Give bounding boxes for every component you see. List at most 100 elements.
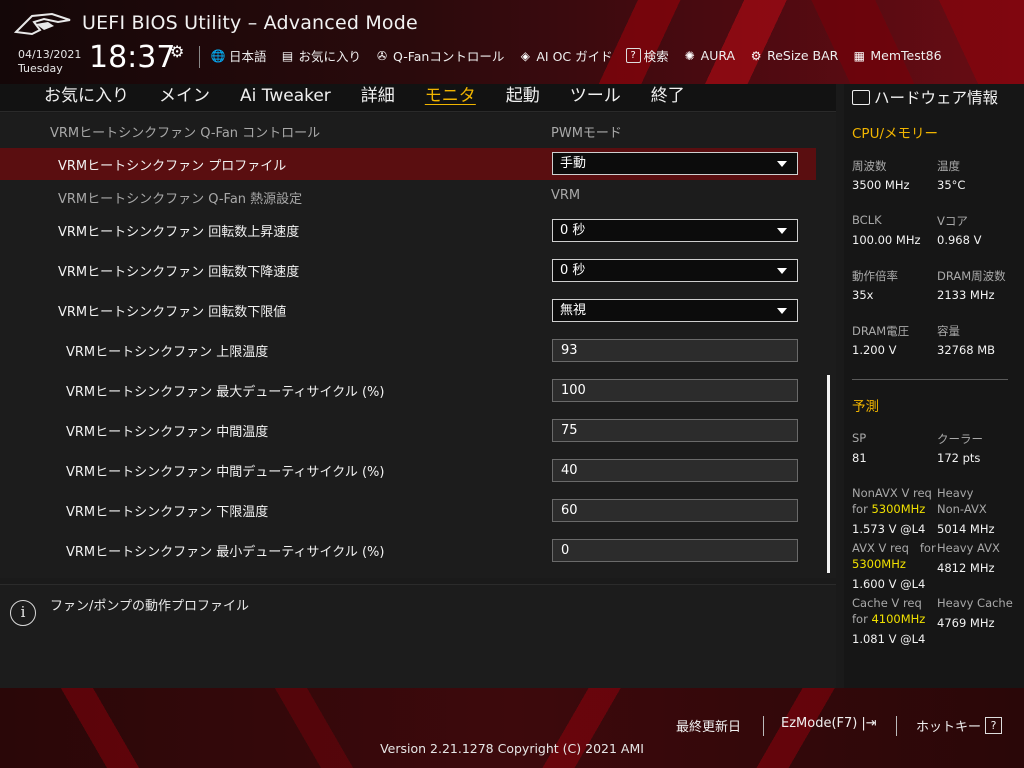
date-text: 04/13/2021 bbox=[18, 48, 82, 61]
toolbar-item-ai-oc[interactable]: ◈ AI OC ガイド bbox=[517, 46, 613, 65]
toolbar-item-aura[interactable]: ✺ AURA bbox=[682, 46, 735, 65]
avx-value: 1.600 V @L4 bbox=[852, 577, 926, 591]
settings-panel: VRMヒートシンクファン Q-Fan コントロール PWMモード VRMヒートシ… bbox=[0, 113, 836, 578]
profile-select[interactable]: 手動 bbox=[552, 152, 798, 175]
upper-temp-input[interactable]: 93 bbox=[552, 339, 798, 362]
nonavx-freq: 5300MHz bbox=[871, 502, 926, 516]
setting-row-min-duty[interactable]: VRMヒートシンクファン 最小デューティサイクル (%) 0 bbox=[0, 534, 816, 566]
setting-row-max-duty[interactable]: VRMヒートシンクファン 最大デューティサイクル (%) 100 bbox=[0, 374, 816, 406]
freq-label: 周波数 bbox=[852, 159, 887, 173]
toolbar-label: Q-Fanコントロール bbox=[393, 49, 505, 64]
hardware-title-text: ハードウェア情報 bbox=[874, 89, 999, 107]
chevron-down-icon bbox=[777, 268, 787, 274]
hotkeys-button[interactable]: ホットキー ? bbox=[916, 716, 1003, 735]
toolbar-item-search[interactable]: ? 検索 bbox=[625, 46, 669, 65]
temp-value: 35°C bbox=[937, 178, 966, 192]
heavy-nonavx-label-2: Non-AVX bbox=[937, 502, 987, 516]
setting-label: VRMヒートシンクファン 上限温度 bbox=[66, 345, 269, 360]
tab-boot[interactable]: 起動 bbox=[506, 84, 570, 108]
hardware-title: ハードウェア情報 bbox=[852, 86, 998, 108]
for-text: for bbox=[852, 612, 868, 626]
select-value: 0 秒 bbox=[560, 263, 586, 278]
min-duty-input[interactable]: 0 bbox=[552, 539, 798, 562]
prediction-section-title: 予測 bbox=[852, 399, 879, 415]
clock-time[interactable]: 18:37 bbox=[89, 40, 175, 75]
cache-freq: 4100MHz bbox=[871, 612, 926, 626]
toolbar-item-qfan[interactable]: ✇ Q-Fanコントロール bbox=[374, 46, 504, 65]
setting-row-middle-duty[interactable]: VRMヒートシンクファン 中間デューティサイクル (%) 40 bbox=[0, 454, 816, 486]
tab-ai-tweaker[interactable]: Ai Tweaker bbox=[240, 84, 361, 108]
gear-icon[interactable]: ⚙ bbox=[170, 42, 184, 61]
toolbar-label: MemTest86 bbox=[870, 48, 942, 63]
menu-bar: お気に入り メイン Ai Tweaker 詳細 モニタ 起動 ツール 終了 bbox=[0, 84, 836, 112]
heavy-nonavx-value: 5014 MHz bbox=[937, 522, 995, 536]
toolbar: 🌐 日本語 ▤ お気に入り ✇ Q-Fanコントロール ◈ AI OC ガイド … bbox=[210, 46, 942, 65]
tab-main[interactable]: メイン bbox=[159, 84, 240, 108]
setting-value: VRM bbox=[551, 188, 581, 203]
ai-oc-icon: ◈ bbox=[520, 48, 530, 63]
setting-label: VRMヒートシンクファン 最小デューティサイクル (%) bbox=[66, 545, 385, 560]
step-down-select[interactable]: 0 秒 bbox=[552, 259, 798, 282]
nonavx-freq-line: for 5300MHz bbox=[852, 502, 925, 516]
dram-volt-label: DRAM電圧 bbox=[852, 324, 910, 338]
sp-value: 81 bbox=[852, 451, 867, 465]
bclk-label: BCLK bbox=[852, 213, 882, 227]
toolbar-item-favorites[interactable]: ▤ お気に入り bbox=[280, 46, 361, 65]
avx-freq: 5300MHz bbox=[852, 557, 906, 571]
chevron-down-icon bbox=[777, 228, 787, 234]
setting-row-upper-temp[interactable]: VRMヒートシンクファン 上限温度 93 bbox=[0, 334, 816, 366]
footer-bar: 最終更新日 EzMode(F7) |⇥ ホットキー ? Version 2.21… bbox=[0, 688, 1024, 768]
header-bar: UEFI BIOS Utility – Advanced Mode 04/13/… bbox=[0, 0, 1024, 84]
tab-monitor[interactable]: モニタ bbox=[425, 84, 506, 108]
heavy-cache-value: 4769 MHz bbox=[937, 616, 995, 630]
tab-advanced[interactable]: 詳細 bbox=[361, 84, 425, 108]
rog-logo-icon bbox=[14, 12, 71, 36]
help-icon: ? bbox=[625, 48, 641, 63]
select-value: 手動 bbox=[560, 156, 587, 171]
last-modified-button[interactable]: 最終更新日 bbox=[676, 716, 741, 735]
step-up-select[interactable]: 0 秒 bbox=[552, 219, 798, 242]
app-title: UEFI BIOS Utility – Advanced Mode bbox=[82, 12, 418, 34]
tab-tool[interactable]: ツール bbox=[570, 84, 651, 108]
setting-row-speed-lower-limit[interactable]: VRMヒートシンクファン 回転数下限値 無視 bbox=[0, 294, 816, 326]
setting-row-lower-temp[interactable]: VRMヒートシンクファン 下限温度 60 bbox=[0, 494, 816, 526]
max-duty-input[interactable]: 100 bbox=[552, 379, 798, 402]
setting-row-step-up[interactable]: VRMヒートシンクファン 回転数上昇速度 0 秒 bbox=[0, 214, 816, 246]
tab-favorites[interactable]: お気に入り bbox=[44, 84, 159, 108]
select-value: 無視 bbox=[560, 303, 587, 318]
toolbar-item-memtest[interactable]: ▦ MemTest86 bbox=[851, 46, 942, 65]
for-text: for bbox=[919, 541, 936, 555]
for-text: for bbox=[852, 502, 868, 516]
vcore-value: 0.968 V bbox=[937, 233, 982, 247]
footer-divider bbox=[763, 716, 764, 736]
toolbar-item-resize-bar[interactable]: ⚙ ReSize BAR bbox=[748, 46, 839, 65]
setting-label: VRMヒートシンクファン 下限温度 bbox=[66, 505, 269, 520]
setting-row-profile[interactable]: VRMヒートシンクファン プロファイル 手動 bbox=[0, 148, 816, 180]
scrollbar[interactable] bbox=[827, 375, 830, 573]
date-display: 04/13/2021 Tuesday bbox=[18, 48, 81, 76]
cache-label: Cache V req bbox=[852, 596, 922, 610]
lower-temp-input[interactable]: 60 bbox=[552, 499, 798, 522]
setting-label: VRMヒートシンクファン 中間デューティサイクル (%) bbox=[66, 465, 385, 480]
toolbar-item-language[interactable]: 🌐 日本語 bbox=[210, 46, 267, 65]
middle-temp-input[interactable]: 75 bbox=[552, 419, 798, 442]
setting-label: VRMヒートシンクファン 回転数下降速度 bbox=[58, 265, 300, 280]
hardware-monitor-panel: ハードウェア情報 CPU/メモリー 周波数 温度 3500 MHz 35°C B… bbox=[844, 84, 1024, 688]
toolbar-label: 検索 bbox=[643, 49, 669, 64]
middle-duty-input[interactable]: 40 bbox=[552, 459, 798, 482]
lower-limit-select[interactable]: 無視 bbox=[552, 299, 798, 322]
setting-label: VRMヒートシンクファン 回転数上昇速度 bbox=[58, 225, 300, 240]
weekday-text: Tuesday bbox=[18, 62, 63, 75]
setting-row-step-down[interactable]: VRMヒートシンクファン 回転数下降速度 0 秒 bbox=[0, 254, 816, 286]
dram-freq-label: DRAM周波数 bbox=[937, 269, 1006, 283]
ezmode-button[interactable]: EzMode(F7) |⇥ bbox=[781, 716, 877, 731]
heavy-avx-value: 4812 MHz bbox=[937, 561, 995, 575]
section-divider bbox=[852, 379, 1008, 380]
chevron-down-icon bbox=[777, 161, 787, 167]
memtest-icon: ▦ bbox=[853, 48, 866, 63]
tab-exit[interactable]: 終了 bbox=[651, 84, 715, 108]
toolbar-label: ReSize BAR bbox=[767, 48, 839, 63]
monitor-icon bbox=[852, 89, 870, 105]
setting-row-middle-temp[interactable]: VRMヒートシンクファン 中間温度 75 bbox=[0, 414, 816, 446]
heavy-cache-label: Heavy Cache bbox=[937, 596, 1013, 610]
